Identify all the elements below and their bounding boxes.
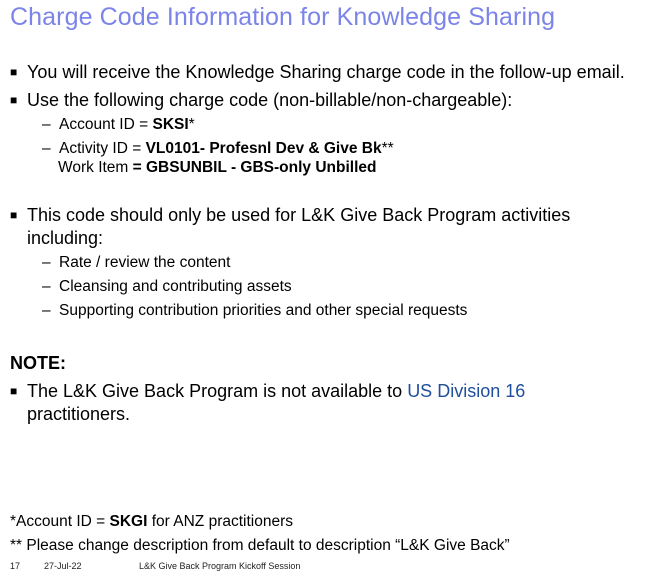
footer-date: 27-Jul-22 <box>44 561 82 571</box>
sub-rate-review: – Rate / review the content <box>42 254 230 272</box>
sub-text: Supporting contribution priorities and o… <box>59 302 468 319</box>
bullet-text: You will receive the Knowledge Sharing c… <box>27 62 625 82</box>
note-bullet-cont: practitioners. <box>27 404 131 424</box>
us-division-link[interactable]: US Division 16 <box>407 381 525 401</box>
activity-suffix: ** <box>381 140 394 157</box>
sub-account-id: – Account ID = SKSI* <box>42 116 195 134</box>
sub-activity-id: – Activity ID = VL0101- Profesnl Dev & Gi… <box>42 140 394 158</box>
account-prefix: Account ID = <box>59 116 153 133</box>
footnote-prefix: *Account ID = <box>10 513 110 530</box>
slide-footer: 17 27-Jul-22 L&K Give Back Program Kickoff… <box>10 561 300 571</box>
bullet-icon: ■ <box>10 93 18 107</box>
page-number: 17 <box>10 561 21 571</box>
dash-icon: – <box>42 302 51 319</box>
activity-prefix: Activity ID = <box>59 140 146 157</box>
footer-session: L&K Give Back Program Kickoff Session <box>139 561 301 571</box>
note-heading: NOTE: <box>10 353 66 373</box>
sub-text: Cleansing and contributing assets <box>59 278 292 295</box>
bullet-icon: ■ <box>10 384 18 398</box>
bullet-use-charge-code: ■ Use the following charge code (non-bill… <box>10 90 512 111</box>
bullet-text: Use the following charge code (non-billa… <box>27 90 513 110</box>
bullet-code-usage-cont: including: <box>27 228 104 248</box>
work-prefix: Work Item <box>58 159 133 176</box>
dash-icon: – <box>42 140 51 157</box>
dash-icon: – <box>42 116 51 133</box>
activity-value: VL0101- Profesnl Dev & Give Bk <box>145 140 382 157</box>
account-value: SKSI <box>152 116 189 133</box>
bullet-text: This code should only be used for L&K Gi… <box>27 205 571 225</box>
page-title: Charge Code Information for Knowledge Sh… <box>10 3 556 31</box>
dash-icon: – <box>42 278 51 295</box>
footnote-account: *Account ID = SKGI for ANZ practitioners <box>10 513 293 531</box>
note-bullet: ■ The L&K Give Back Program is not availa… <box>10 381 525 402</box>
bullet-receive-code: ■ You will receive the Knowledge Sharing … <box>10 62 625 83</box>
sub-text: Rate / review the content <box>59 254 231 271</box>
note-text: The L&K Give Back Program is not availab… <box>27 381 408 401</box>
footnote-value: SKGI <box>109 513 148 530</box>
dash-icon: – <box>42 254 51 271</box>
footnote-description: ** Please change description from defaul… <box>10 537 510 554</box>
sub-supporting: – Supporting contribution priorities and … <box>42 302 467 320</box>
footnote-suffix: for ANZ practitioners <box>147 513 293 530</box>
bullet-code-usage: ■ This code should only be used for L&K G… <box>10 205 570 226</box>
sub-work-item: Work Item = GBSUNBIL - GBS-only Unbilled <box>58 159 377 177</box>
sub-cleansing: – Cleansing and contributing assets <box>42 278 292 296</box>
bullet-icon: ■ <box>10 208 18 222</box>
account-suffix: * <box>188 116 195 133</box>
work-value: = GBSUNBIL - GBS-only Unbilled <box>132 159 377 176</box>
bullet-icon: ■ <box>10 65 18 79</box>
